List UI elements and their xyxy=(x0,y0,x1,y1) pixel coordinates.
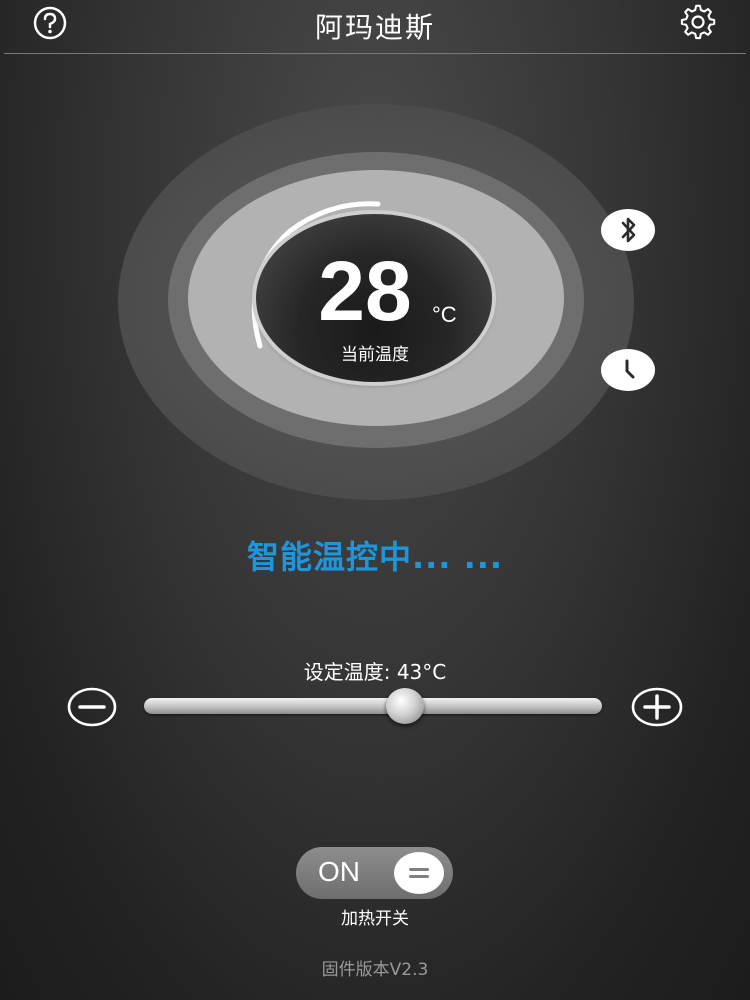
temperature-slider-thumb[interactable] xyxy=(386,688,425,724)
minus-icon[interactable] xyxy=(66,686,118,728)
temperature-slider-track[interactable] xyxy=(144,698,602,714)
toggle-knob xyxy=(394,852,444,894)
plus-icon[interactable] xyxy=(630,686,684,728)
setpoint-label: 设定温度: 43°C xyxy=(303,660,447,684)
toggle-state-text: ON xyxy=(318,856,360,887)
current-temp-label: 当前温度 xyxy=(341,345,409,365)
app-header: 阿玛迪斯 xyxy=(0,0,750,54)
clock-icon xyxy=(614,356,642,384)
current-temp-value: 28 xyxy=(318,244,412,338)
clock-button[interactable] xyxy=(601,349,655,391)
heater-toggle[interactable]: ON xyxy=(296,847,453,899)
firmware-version: 固件版本V2.3 xyxy=(321,960,429,980)
temp-unit: °C xyxy=(432,302,457,327)
bluetooth-icon xyxy=(621,217,636,243)
heater-toggle-label: 加热开关 xyxy=(341,909,409,929)
header-divider xyxy=(4,53,746,54)
gear-icon[interactable] xyxy=(680,4,718,42)
status-text: 智能温控中... ... xyxy=(246,538,504,576)
page-title: 阿玛迪斯 xyxy=(314,11,435,44)
bluetooth-button[interactable] xyxy=(601,209,655,251)
